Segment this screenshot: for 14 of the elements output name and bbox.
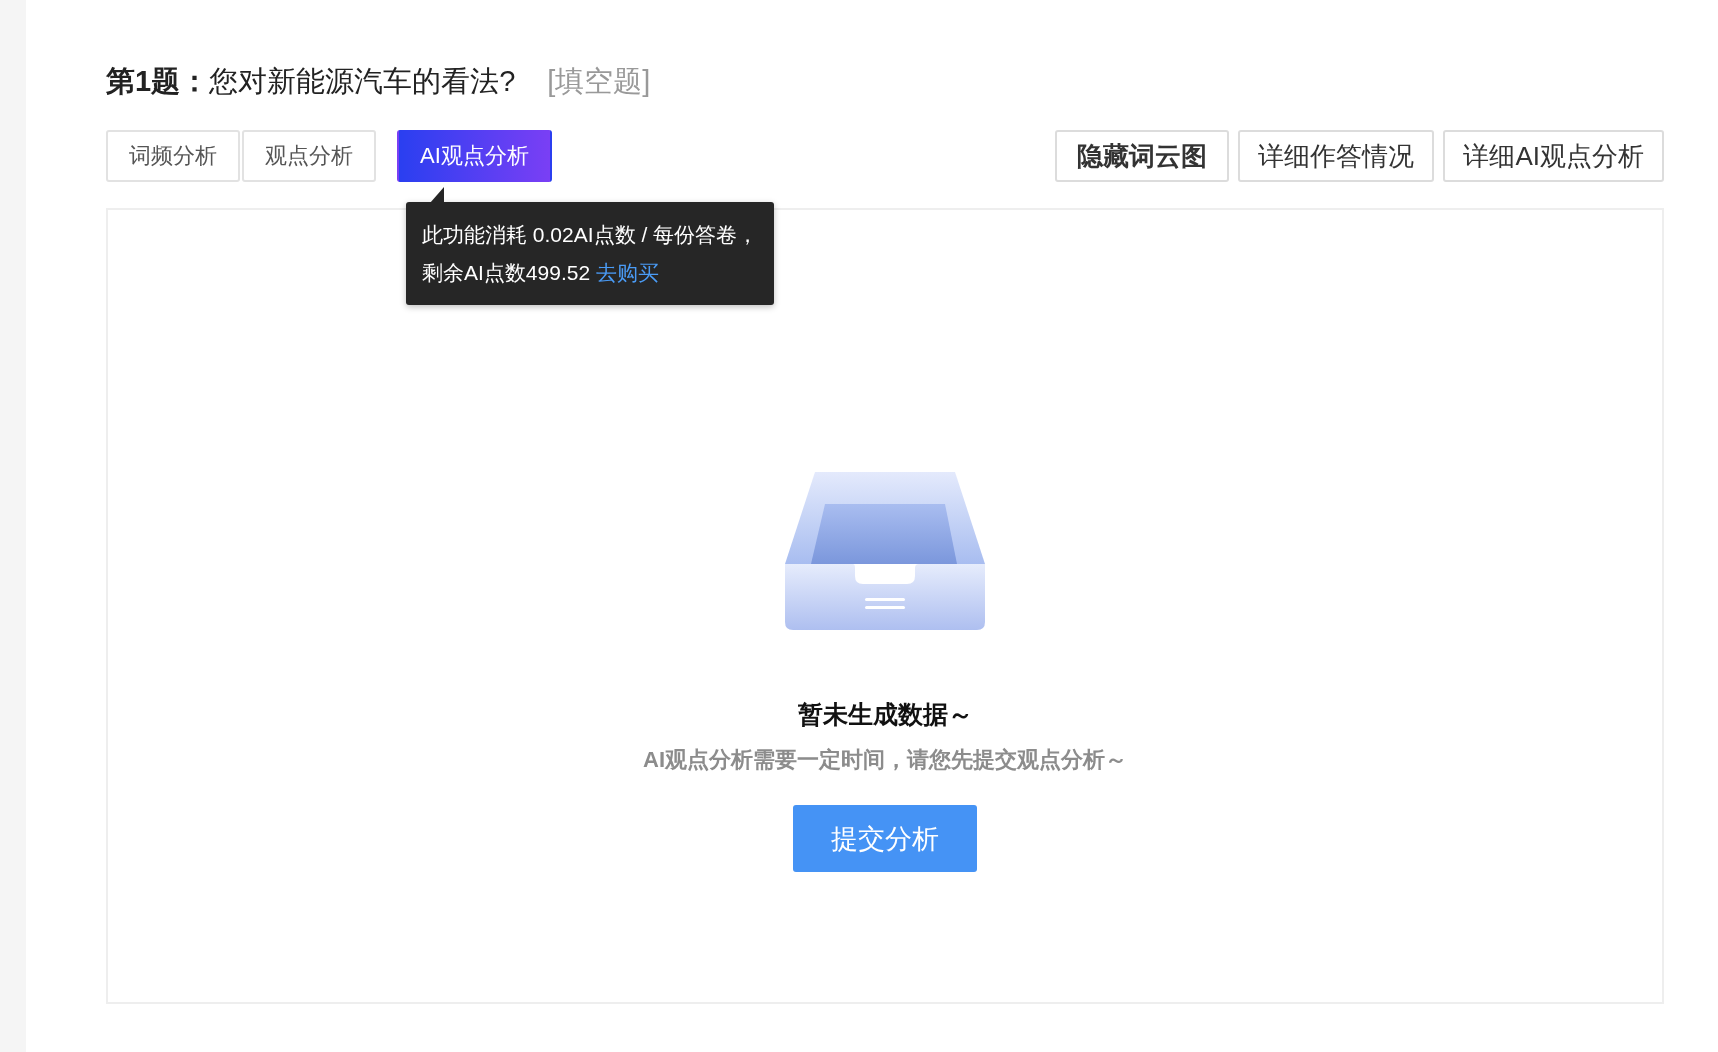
question-type-tag: [填空题] [547, 62, 651, 102]
action-button[interactable]: 详细作答情况 [1238, 130, 1435, 182]
analysis-tab[interactable]: 观点分析 [242, 130, 376, 182]
buy-link[interactable]: 去购买 [595, 261, 659, 284]
tooltip-text: 此功能消耗 0.02AI点数 / 每份答卷， 剩余AI点数499.52 去购买 [422, 222, 759, 286]
analysis-tab[interactable]: 词频分析 [106, 130, 240, 182]
analysis-tab[interactable]: AI观点分析 [397, 130, 552, 182]
question-number: 第1题： [106, 64, 210, 99]
empty-title: 暂未生成数据～ [797, 699, 973, 730]
empty-description: AI观点分析需要一定时间，请您先提交观点分析～ [643, 746, 1127, 774]
action-button[interactable]: 隐藏词云图 [1055, 130, 1230, 182]
question-text: 您对新能源汽车的看法? [209, 64, 516, 99]
action-button[interactable]: 详细AI观点分析 [1443, 130, 1664, 182]
empty-tray-icon [785, 472, 985, 632]
